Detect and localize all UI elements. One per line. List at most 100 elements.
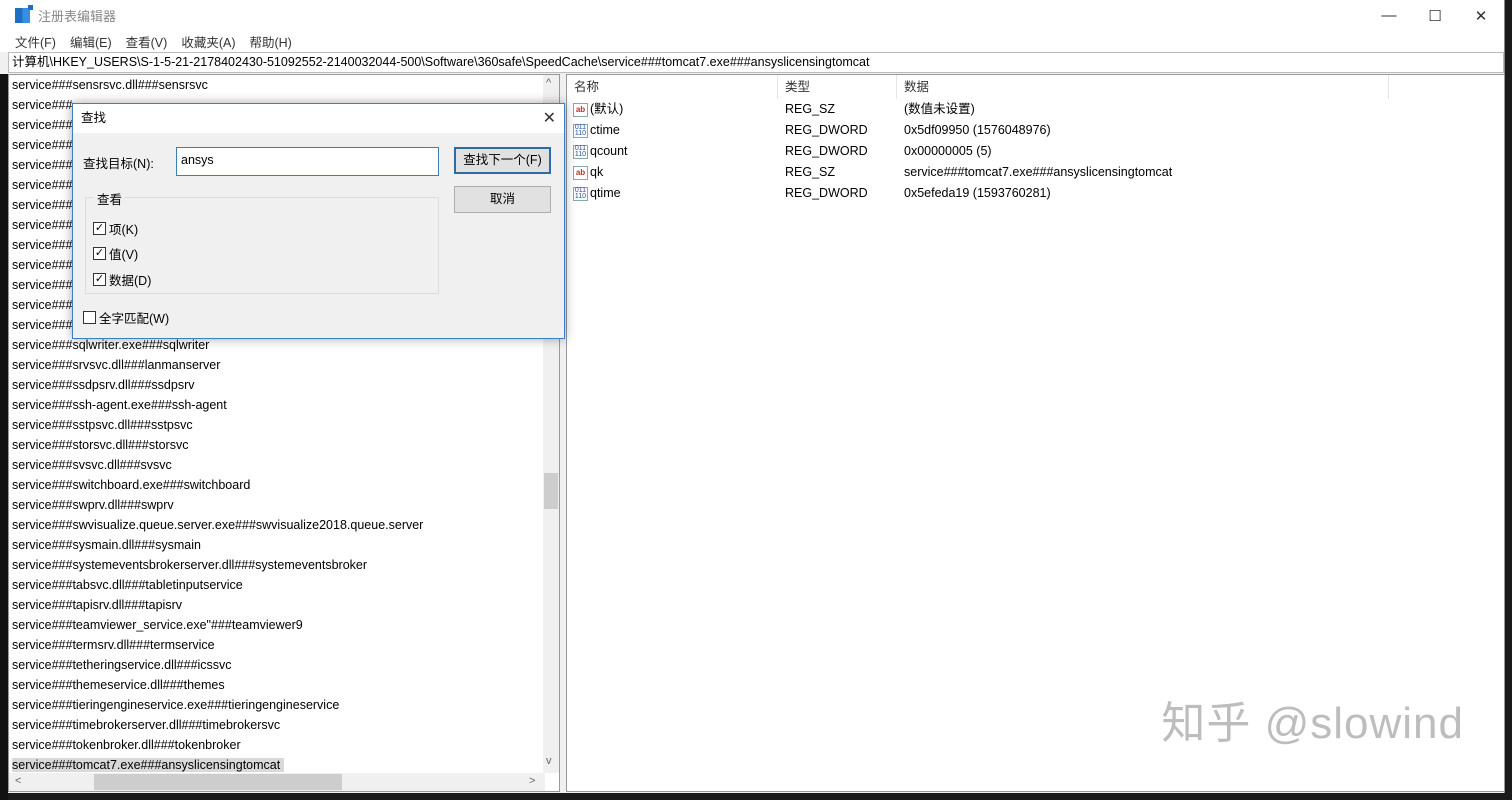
tree-item[interactable]: service###tabsvc.dll###tabletinputservic… bbox=[9, 575, 545, 595]
checkbox-checked-icon[interactable]: ✓ bbox=[93, 273, 106, 286]
menu-file[interactable]: 文件(F) bbox=[15, 32, 56, 51]
data-label: 数据(D) bbox=[109, 274, 152, 288]
value-name: ctime bbox=[590, 123, 620, 137]
tree-item[interactable]: service###swvisualize.queue.server.exe##… bbox=[9, 515, 545, 535]
value-row[interactable]: 011 110 ctime REG_DWORD 0x5df09950 (1576048… bbox=[567, 120, 1504, 141]
tree-item-label: service###teamviewer_service.exe"###team… bbox=[12, 618, 303, 632]
tree-item[interactable]: service###swprv.dll###swprv bbox=[9, 495, 545, 515]
tree-item-label: service###swvisualize.queue.server.exe##… bbox=[12, 518, 424, 532]
value-name: qcount bbox=[590, 144, 628, 158]
tree-item[interactable]: service###tokenbroker.dll###tokenbroker bbox=[9, 735, 545, 755]
find-target-input[interactable]: ansys bbox=[176, 147, 439, 176]
value-type: REG_SZ bbox=[785, 165, 836, 179]
address-bar[interactable]: 计算机\HKEY_USERS\S-1-5-21-2178402430-51092… bbox=[8, 52, 1504, 73]
value-data: (数值未设置) bbox=[904, 102, 975, 116]
tree-item[interactable]: service###ssdpsrv.dll###ssdpsrv bbox=[9, 375, 545, 395]
tree-item[interactable]: service###timebrokerserver.dll###timebro… bbox=[9, 715, 545, 735]
string-value-icon: ab bbox=[573, 165, 588, 180]
value-row[interactable]: 011 110 qcount REG_DWORD 0x00000005 (5) bbox=[567, 141, 1504, 162]
tree-item-label: service### bbox=[12, 178, 73, 192]
value-name-cell: ab qk bbox=[567, 162, 778, 183]
scroll-right-icon[interactable]: > bbox=[529, 775, 535, 787]
tree-item-label: service### bbox=[12, 278, 73, 292]
tree-item[interactable]: service###switchboard.exe###switchboard bbox=[9, 475, 545, 495]
tree-horizontal-scrollbar[interactable]: < > bbox=[9, 773, 545, 791]
string-value-icon: ab bbox=[573, 102, 588, 117]
menu-help[interactable]: 帮助(H) bbox=[249, 32, 291, 51]
value-type: REG_DWORD bbox=[785, 144, 868, 158]
scroll-down-icon[interactable]: v bbox=[546, 755, 552, 767]
column-type[interactable]: 类型 bbox=[778, 75, 897, 99]
tree-item-label: service### bbox=[12, 158, 73, 172]
vertical-scroll-thumb[interactable] bbox=[544, 473, 558, 509]
menu-edit[interactable]: 编辑(E) bbox=[70, 32, 112, 51]
tree-item-label: service###tetheringservice.dll###icssvc bbox=[12, 658, 232, 672]
values-header: 名称 类型 数据 bbox=[567, 75, 1504, 99]
find-dialog-title: 查找 bbox=[81, 111, 107, 125]
tree-item[interactable]: service###tomcat7.exe###ansyslicensingto… bbox=[9, 755, 545, 773]
data-checkbox[interactable]: ✓ 数据(D) bbox=[93, 270, 151, 289]
value-type: REG_DWORD bbox=[785, 186, 868, 200]
tree-item[interactable]: service###svsvc.dll###svsvc bbox=[9, 455, 545, 475]
whole-word-label: 全字匹配(W) bbox=[99, 312, 170, 326]
tree-item-label: service###termsrv.dll###termservice bbox=[12, 638, 215, 652]
scroll-left-icon[interactable]: < bbox=[15, 775, 21, 787]
minimize-button[interactable]: — bbox=[1366, 0, 1412, 31]
menu-bar: 文件(F) 编辑(E) 查看(V) 收藏夹(A) 帮助(H) bbox=[0, 31, 1504, 52]
checkbox-unchecked-icon[interactable] bbox=[83, 311, 96, 324]
horizontal-scroll-thumb[interactable] bbox=[94, 774, 342, 790]
whole-word-checkbox[interactable]: 全字匹配(W) bbox=[83, 308, 169, 327]
tree-item-label: service### bbox=[12, 118, 73, 132]
scroll-up-icon[interactable]: ^ bbox=[546, 77, 551, 89]
tree-item-label: service###storsvc.dll###storsvc bbox=[12, 438, 189, 452]
checkbox-checked-icon[interactable]: ✓ bbox=[93, 222, 106, 235]
find-next-button[interactable]: 查找下一个(F) bbox=[454, 147, 551, 174]
value-row[interactable]: ab (默认) REG_SZ (数值未设置) bbox=[567, 99, 1504, 120]
column-name[interactable]: 名称 bbox=[567, 75, 778, 99]
look-at-label: 查看 bbox=[94, 189, 126, 208]
tree-item[interactable]: service###storsvc.dll###storsvc bbox=[9, 435, 545, 455]
tree-item-label: service###switchboard.exe###switchboard bbox=[12, 478, 251, 492]
value-name-cell: 011 110 qtime bbox=[567, 183, 778, 204]
column-data[interactable]: 数据 bbox=[897, 75, 1389, 99]
tree-item[interactable]: service###sensrsvc.dll###sensrsvc bbox=[9, 75, 545, 95]
tree-item[interactable]: service###tapisrv.dll###tapisrv bbox=[9, 595, 545, 615]
value-name-cell: 011 110 qcount bbox=[567, 141, 778, 162]
tree-item[interactable]: service###tetheringservice.dll###icssvc bbox=[9, 655, 545, 675]
find-dialog-close-button[interactable]: ✕ bbox=[543, 104, 556, 133]
tree-item[interactable]: service###ssh-agent.exe###ssh-agent bbox=[9, 395, 545, 415]
dword-value-icon: 011 110 bbox=[573, 186, 588, 201]
find-target-label: 查找目标(N): bbox=[83, 157, 154, 171]
tree-item[interactable]: service###tieringengineservice.exe###tie… bbox=[9, 695, 545, 715]
cancel-button[interactable]: 取消 bbox=[454, 186, 551, 213]
value-name: (默认) bbox=[590, 102, 624, 116]
keys-checkbox[interactable]: ✓ 项(K) bbox=[93, 219, 138, 238]
menu-favorites[interactable]: 收藏夹(A) bbox=[181, 32, 235, 51]
menu-view[interactable]: 查看(V) bbox=[126, 32, 168, 51]
tree-item-label: service###sysmain.dll###sysmain bbox=[12, 538, 201, 552]
tree-item[interactable]: service###teamviewer_service.exe"###team… bbox=[9, 615, 545, 635]
tree-item[interactable]: service###sysmain.dll###sysmain bbox=[9, 535, 545, 555]
tree-item-label: service###systemeventsbrokerserver.dll##… bbox=[12, 558, 368, 572]
background-strip bbox=[0, 74, 8, 800]
checkbox-checked-icon[interactable]: ✓ bbox=[93, 247, 106, 260]
close-button[interactable]: ✕ bbox=[1458, 0, 1504, 31]
value-row[interactable]: 011 110 qtime REG_DWORD 0x5efeda19 (1593760… bbox=[567, 183, 1504, 204]
tree-item[interactable]: service###systemeventsbrokerserver.dll##… bbox=[9, 555, 545, 575]
tree-item-label: service### bbox=[12, 258, 73, 272]
tree-item[interactable]: service###srvsvc.dll###lanmanserver bbox=[9, 355, 545, 375]
maximize-button[interactable]: ☐ bbox=[1412, 0, 1458, 31]
tree-item-label: service### bbox=[12, 138, 73, 152]
values-checkbox[interactable]: ✓ 值(V) bbox=[93, 244, 138, 263]
value-type: REG_SZ bbox=[785, 102, 836, 116]
value-row[interactable]: ab qk REG_SZ service###tomcat7.exe###ansysl… bbox=[567, 162, 1504, 183]
tree-item-label: service###themeservice.dll###themes bbox=[12, 678, 225, 692]
tree-item-label: service### bbox=[12, 218, 73, 232]
dword-value-icon: 011 110 bbox=[573, 123, 588, 138]
tree-item-label: service###sstpsvc.dll###sstpsvc bbox=[12, 418, 193, 432]
tree-item-label: service###tabsvc.dll###tabletinputservic… bbox=[12, 578, 243, 592]
tree-item[interactable]: service###termsrv.dll###termservice bbox=[9, 635, 545, 655]
tree-item[interactable]: service###sstpsvc.dll###sstpsvc bbox=[9, 415, 545, 435]
tree-item[interactable]: service###themeservice.dll###themes bbox=[9, 675, 545, 695]
window-title: 注册表编辑器 bbox=[38, 9, 117, 24]
